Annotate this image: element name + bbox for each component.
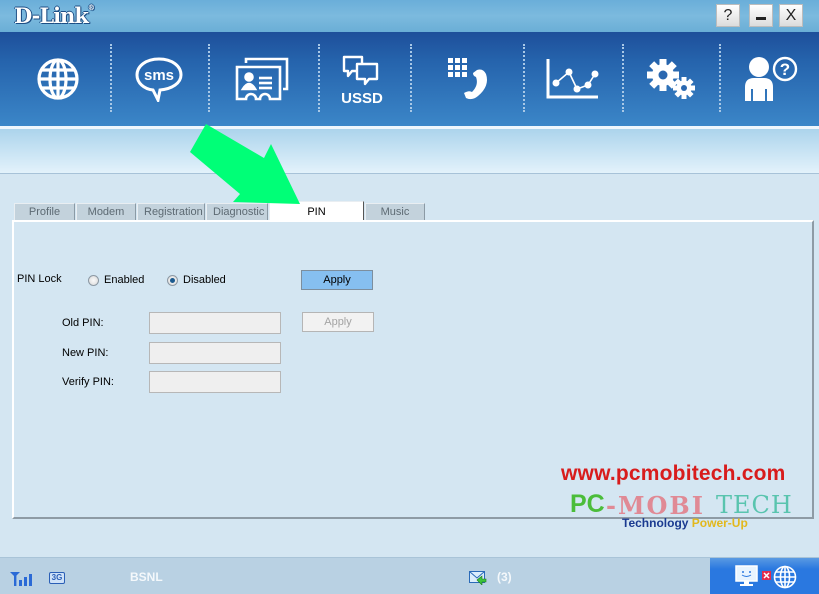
tab-profile[interactable]: Profile: [14, 203, 75, 220]
toolbar-internet-button[interactable]: [8, 32, 108, 126]
pin-lock-disabled-label[interactable]: Disabled: [183, 274, 226, 286]
help-button[interactable]: ?: [716, 4, 740, 27]
user-help-icon: ?: [745, 56, 798, 101]
main-toolbar: sms USSD ?: [0, 32, 819, 126]
watermark-logo-tech: TECH: [716, 491, 793, 519]
toolbar-settings-button[interactable]: [621, 32, 721, 126]
dlink-logo: D-Link®: [14, 3, 95, 28]
toolbar-separator: [719, 44, 721, 112]
toolbar-separator: [410, 44, 412, 112]
header-band: [0, 129, 819, 174]
toolbar-statistics-button[interactable]: [523, 32, 623, 126]
pc-icon: [735, 565, 758, 586]
verify-pin-input[interactable]: [149, 371, 281, 393]
message-count: (3): [497, 570, 512, 584]
toolbar-separator: [208, 44, 210, 112]
watermark-tagline: Technology Power-Up: [622, 516, 748, 530]
pin-lock-enabled-label[interactable]: Enabled: [104, 274, 144, 286]
watermark-logo-pc: PC: [570, 490, 605, 518]
pin-lock-enabled-radio[interactable]: [88, 275, 99, 286]
minimize-icon: [756, 17, 766, 20]
pin-lock-label: PIN Lock: [17, 273, 62, 285]
title-bar: D-Link® ? X: [0, 0, 819, 32]
watermark-url: www.pcmobitech.com: [561, 462, 786, 485]
toolbar-sms-button[interactable]: sms: [109, 32, 209, 126]
globe-icon: [37, 58, 79, 100]
pin-lock-apply-button[interactable]: Apply: [301, 270, 373, 290]
gears-icon: [647, 59, 695, 99]
old-pin-label: Old PIN:: [62, 317, 104, 329]
keypad-phone-icon: [448, 58, 487, 100]
new-message-icon[interactable]: [469, 571, 487, 585]
old-pin-input[interactable]: [149, 312, 281, 334]
svg-text:sms: sms: [144, 67, 174, 84]
status-bar: 3G BSNL (3): [0, 557, 819, 594]
annotation-arrow-icon: [190, 124, 300, 204]
disconnected-icon: [762, 571, 771, 580]
carrier-name: BSNL: [130, 570, 163, 584]
new-pin-label: New PIN:: [62, 347, 109, 359]
signal-strength-icon: [10, 572, 32, 586]
toolbar-contacts-button[interactable]: [212, 32, 312, 126]
tab-music[interactable]: Music: [365, 203, 425, 220]
tab-modem[interactable]: Modem: [76, 203, 136, 220]
toolbar-help-button[interactable]: ?: [722, 32, 819, 126]
new-pin-input[interactable]: [149, 342, 281, 364]
sms-bubble-icon: sms: [135, 57, 183, 102]
globe-icon: [773, 565, 797, 589]
svg-text:?: ?: [780, 60, 790, 79]
close-button[interactable]: X: [779, 4, 803, 27]
contact-cards-icon: [235, 57, 289, 101]
connection-status[interactable]: [710, 558, 819, 594]
verify-pin-label: Verify PIN:: [62, 376, 114, 388]
minimize-button[interactable]: [749, 4, 773, 27]
ussd-chat-icon: USSD: [341, 55, 383, 105]
watermark-logo: PC -MOBI TECH Technology Power-Up: [566, 490, 806, 532]
svg-text:USSD: USSD: [341, 90, 383, 105]
pin-lock-disabled-radio[interactable]: [167, 275, 178, 286]
toolbar-ussd-button[interactable]: USSD: [312, 32, 412, 126]
change-pin-apply-button[interactable]: Apply: [302, 312, 374, 332]
line-chart-icon: [546, 59, 599, 99]
toolbar-dialer-button[interactable]: [420, 32, 520, 126]
network-type-badge: 3G: [49, 572, 65, 584]
